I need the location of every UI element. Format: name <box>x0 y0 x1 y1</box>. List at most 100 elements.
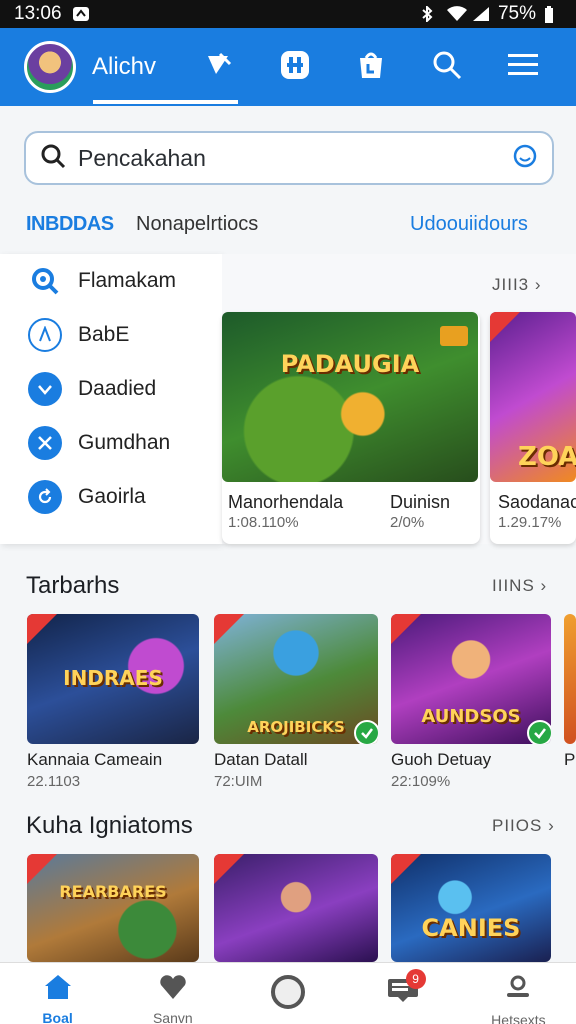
game-art-title: CANIES <box>421 914 521 942</box>
game-stat: 1:08.110% <box>228 514 299 531</box>
game-thumbnail: INDRAES <box>27 614 199 744</box>
game-art-title: PADAUGIA <box>280 350 420 378</box>
status-time: 13:06 <box>14 3 62 24</box>
game-card[interactable]: AROJIBICKS Datan Datall 72:UIM <box>214 614 378 790</box>
wifi-icon <box>446 6 467 22</box>
ribbon-badge <box>391 614 421 644</box>
swords-icon <box>28 426 62 460</box>
gamepad-icon[interactable] <box>278 48 312 87</box>
sidebar-item-label: Daadied <box>78 377 157 400</box>
game-card[interactable]: INDRAES Kannaia Cameain 22.1103 <box>27 614 199 790</box>
installed-check-icon <box>527 720 551 744</box>
ribbon-badge <box>391 854 421 884</box>
game-title: Kannaia Cameain <box>27 750 163 769</box>
sidebar-item-gumdhan[interactable]: Gumdhan <box>0 416 222 470</box>
game-stat: 1.29.17% <box>498 514 562 531</box>
game-thumbnail: AROJIBICKS <box>214 614 378 744</box>
section-more-link[interactable]: PIIOS › <box>492 816 555 836</box>
featured-card[interactable]: ZOA Saodanac 1.29.17% <box>490 312 576 544</box>
notification-icon <box>72 6 90 22</box>
featured-card[interactable]: PADAUGIA Manorhendala 1:08.110% Duinisn … <box>222 312 480 544</box>
active-tab-indicator <box>93 100 238 104</box>
menu-icon[interactable] <box>506 48 540 87</box>
game-stat: 22:109% <box>391 773 451 790</box>
search-input[interactable]: Pencakahan <box>78 145 512 172</box>
more-label: PIIOS <box>492 816 543 835</box>
sidebar-item-label: Flamakam <box>78 269 177 292</box>
circle-icon <box>269 973 307 1016</box>
avatar[interactable] <box>24 41 76 93</box>
voice-search-icon[interactable] <box>512 143 538 174</box>
nav-center[interactable] <box>230 963 345 1024</box>
game-art-title: REARBARES <box>59 882 167 901</box>
game-thumbnail: ZOA <box>490 312 576 482</box>
game-title: Manorhendala <box>228 492 344 512</box>
app-title: Alichv <box>92 53 157 80</box>
home-icon <box>43 973 73 1006</box>
game-card[interactable]: REARBARES <box>27 854 199 962</box>
sidebar-item-flamakam[interactable]: Flamakam <box>0 254 222 308</box>
game-card[interactable] <box>214 854 378 962</box>
sidebar-item-label: Gaoirla <box>78 485 146 508</box>
play-icon[interactable] <box>202 48 236 87</box>
more-label: IIINS <box>492 576 535 595</box>
side-menu: Flamakam BabE Daadied Gumdhan Gaoirla <box>0 254 222 544</box>
search-icon <box>28 264 62 298</box>
tab-udoouiidours[interactable]: Udoouiidours <box>410 213 528 236</box>
nav-messages[interactable]: 9 <box>346 963 461 1024</box>
store-icon[interactable] <box>354 48 388 87</box>
game-art-title: AUNDSOS <box>421 706 521 727</box>
bottom-nav: Boal Sanvn 9 Hetsexts <box>0 962 576 1024</box>
game-thumbnail <box>214 854 378 962</box>
tab-indbdas[interactable]: INBDDAS <box>26 213 114 236</box>
game-thumbnail: REARBARES <box>27 854 199 962</box>
notification-badge: 9 <box>405 969 426 989</box>
ribbon-badge <box>490 312 520 342</box>
bluetooth-icon <box>420 4 438 24</box>
heart-icon <box>158 973 188 1006</box>
rating-badge <box>440 326 468 346</box>
game-title: Saodanac <box>498 492 576 512</box>
signal-icon <box>472 6 490 22</box>
sidebar-item-daadied[interactable]: Daadied <box>0 362 222 416</box>
game-thumbnail: PADAUGIA <box>222 312 478 482</box>
app-bar: Alichv <box>0 28 576 106</box>
nav-favorites[interactable]: Sanvn <box>115 963 230 1024</box>
sidebar-item-label: Gumdhan <box>78 431 171 454</box>
game-stat-secondary: 2/0% <box>390 514 425 531</box>
game-card[interactable]: AUNDSOS Guoh Detuay 22:109% <box>391 614 551 790</box>
game-title: Guoh Detuay <box>391 750 492 769</box>
tab-nonapelrtiocs[interactable]: Nonapelrtiocs <box>136 213 258 236</box>
nav-label: Hetsexts <box>491 1012 546 1024</box>
featured-more-link[interactable]: JIII3 › <box>492 275 542 295</box>
nav-home[interactable]: Boal <box>0 963 115 1024</box>
installed-check-icon <box>354 720 378 744</box>
compass-icon <box>28 318 62 352</box>
sidebar-item-gaoirla[interactable]: Gaoirla <box>0 470 222 524</box>
battery-icon <box>544 6 562 23</box>
game-title: Pa <box>564 750 576 769</box>
sidebar-item-label: BabE <box>78 323 130 346</box>
sidebar-item-babe[interactable]: BabE <box>0 308 222 362</box>
game-card[interactable]: Pa <box>564 614 576 770</box>
nav-profile[interactable]: Hetsexts <box>461 963 576 1024</box>
ribbon-badge <box>27 854 57 884</box>
ribbon-badge <box>214 854 244 884</box>
more-label: JIII3 <box>492 275 530 294</box>
section-title: Kuha Igniatoms <box>26 812 193 839</box>
ribbon-badge <box>27 614 57 644</box>
refresh-icon <box>28 480 62 514</box>
game-art-title: INDRAES <box>63 666 163 690</box>
check-icon <box>28 372 62 406</box>
section-more-link[interactable]: IIINS › <box>492 576 547 596</box>
nav-label: Boal <box>42 1010 73 1024</box>
battery-text: 75% <box>497 3 536 24</box>
game-art-title: ZOA <box>518 442 576 472</box>
search-icon <box>40 143 66 174</box>
nav-label: Sanvn <box>152 1010 193 1024</box>
game-stat: 72:UIM <box>214 773 263 790</box>
search-bar[interactable]: Pencakahan <box>24 131 554 185</box>
game-thumbnail: CANIES <box>391 854 551 962</box>
game-card[interactable]: CANIES <box>391 854 551 962</box>
search-icon[interactable] <box>430 48 464 87</box>
